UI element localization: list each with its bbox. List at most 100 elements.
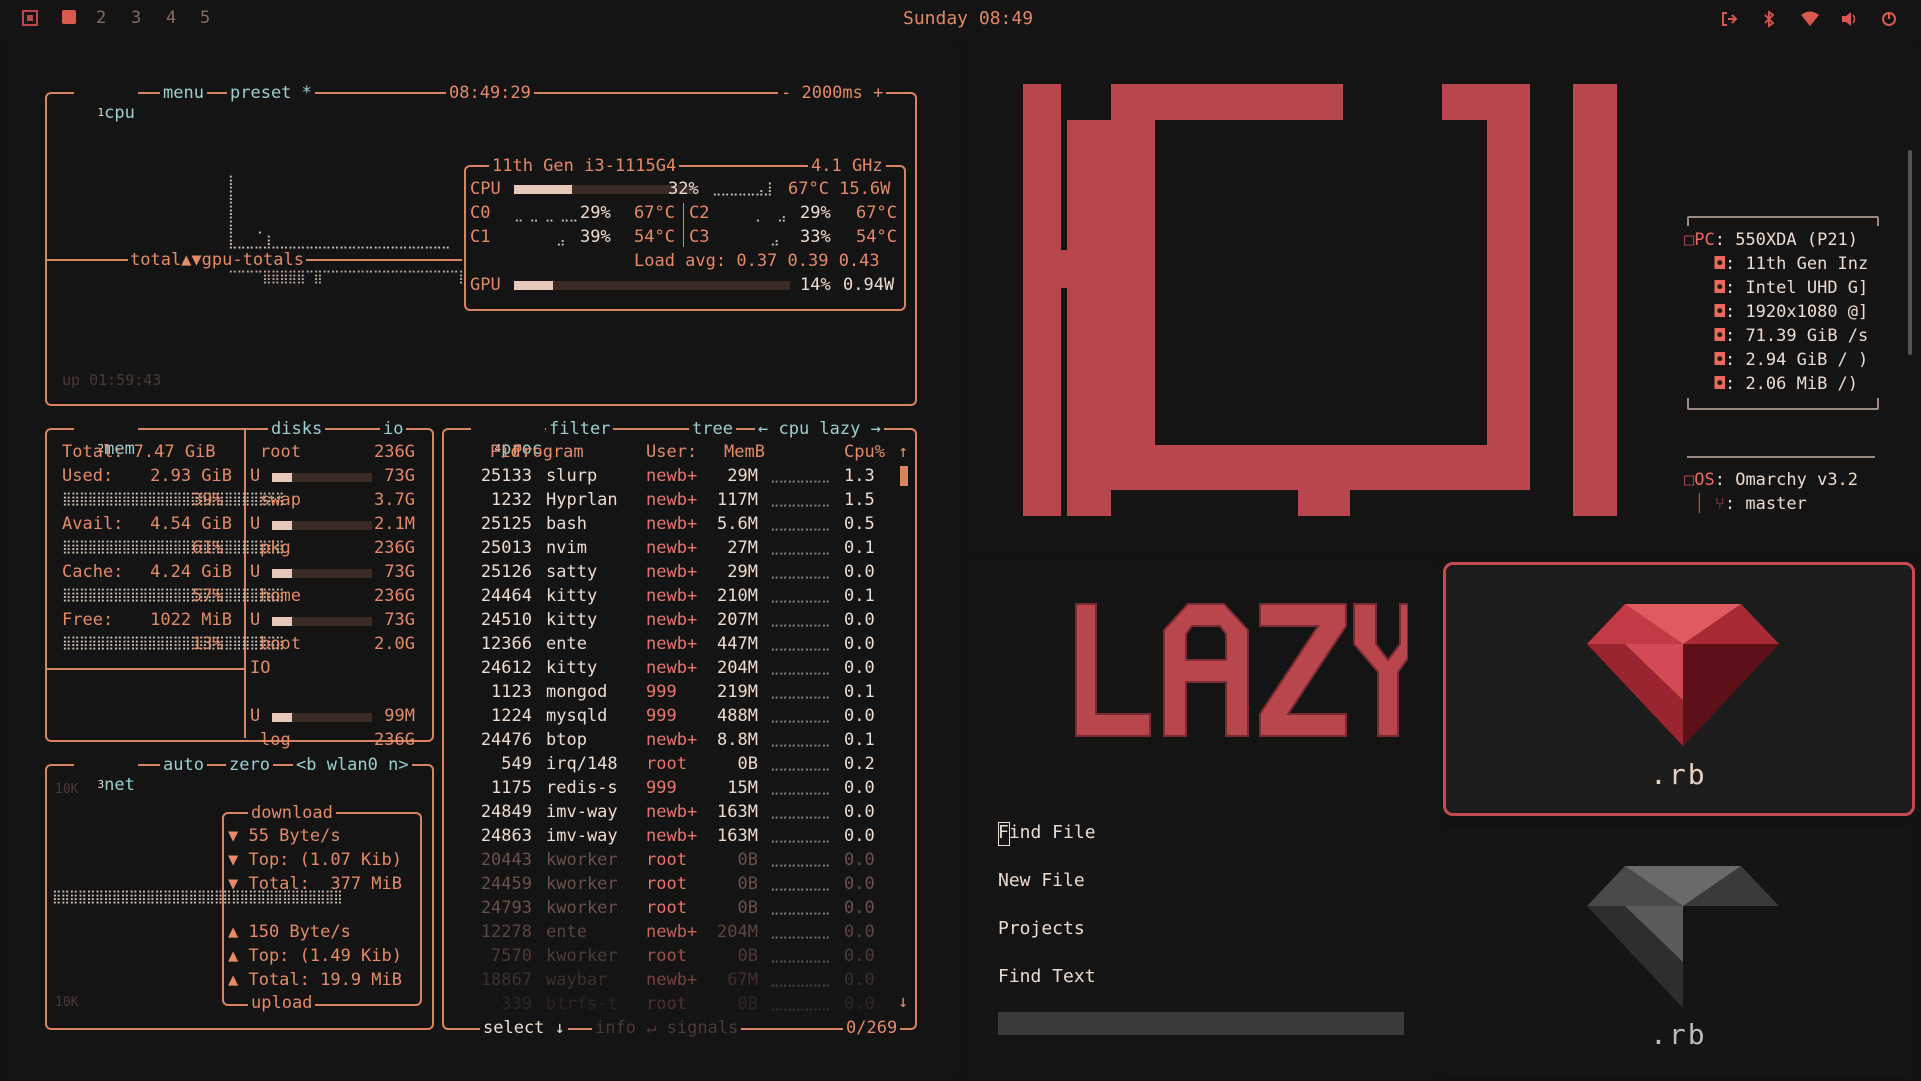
bluetooth-icon[interactable] bbox=[1762, 10, 1776, 28]
proc-5-program[interactable]: kitty bbox=[546, 584, 597, 608]
proc-12-program[interactable]: irq/148 bbox=[546, 752, 618, 776]
cpu-menu-button[interactable]: menu bbox=[160, 83, 207, 103]
disk-1-size: 3.7G bbox=[374, 490, 415, 510]
proc-15-program[interactable]: imv-way bbox=[546, 824, 618, 848]
proc-tree-button[interactable]: tree bbox=[689, 419, 736, 439]
proc-20-program[interactable]: kworker bbox=[546, 944, 618, 968]
disks-tab[interactable]: disks bbox=[268, 419, 326, 439]
disk-4-size: 2.0G bbox=[374, 634, 415, 654]
io-tab[interactable]: io bbox=[380, 419, 407, 439]
proc-13-program[interactable]: redis-s bbox=[546, 776, 618, 800]
proc-header-cpu[interactable]: Cpu% bbox=[844, 440, 885, 464]
proc-sort-selector[interactable]: ← cpu lazy → bbox=[755, 419, 884, 439]
app-launcher-icon[interactable] bbox=[21, 9, 39, 27]
proc-22-program[interactable]: btrfs-t bbox=[546, 992, 618, 1016]
proc-9-program[interactable]: mongod bbox=[546, 680, 607, 704]
gpu-power: 0.94W bbox=[843, 275, 895, 295]
ruby-gem-gray-icon bbox=[1587, 866, 1779, 1008]
memory-icon: ◘ bbox=[1714, 350, 1725, 370]
net-box-title[interactable]: 3net bbox=[74, 755, 138, 795]
cpu-model: 11th Gen i3-1115G4 bbox=[489, 156, 680, 176]
cpu-frequency: 4.1 GHz bbox=[808, 156, 886, 176]
proc-7-program[interactable]: ente bbox=[546, 632, 587, 656]
proc-14-program[interactable]: imv-way bbox=[546, 800, 618, 824]
proc-4-program[interactable]: satty bbox=[546, 560, 597, 584]
update-interval-control[interactable]: - 2000ms + bbox=[778, 83, 887, 103]
workspace-3[interactable]: 3 bbox=[131, 8, 141, 28]
proc-4-mem: 29M bbox=[727, 562, 758, 582]
core-2-temp: 67°C bbox=[856, 203, 897, 223]
proc-6-program[interactable]: kitty bbox=[546, 608, 597, 632]
proc-14-pid: 24849 bbox=[480, 802, 532, 822]
proc-4-cpu: 0.0 bbox=[844, 562, 875, 582]
proc-info-signals[interactable]: info ↵ signals bbox=[592, 1018, 742, 1038]
proc-10-pid: 1224 bbox=[491, 706, 532, 726]
dashboard-find-file[interactable]: Find File bbox=[998, 822, 1096, 843]
proc-16-program[interactable]: kworker bbox=[546, 848, 618, 872]
proc-5-cpu: 0.1 bbox=[844, 586, 875, 606]
proc-header-mem[interactable]: MemB bbox=[724, 440, 765, 464]
proc-select-button[interactable]: select ↓ bbox=[480, 1018, 568, 1038]
net-auto-button[interactable]: auto bbox=[160, 755, 207, 775]
proc-10-program[interactable]: mysqld bbox=[546, 704, 607, 728]
net-zero-button[interactable]: zero bbox=[226, 755, 273, 775]
proc-21-program[interactable]: waybar bbox=[546, 968, 607, 992]
dashboard-projects[interactable]: Projects bbox=[998, 918, 1085, 939]
workspace-5[interactable]: 5 bbox=[200, 8, 210, 28]
proc-2-graph: ⣀⣀⣀⣀⣀⣀⣀ bbox=[770, 517, 831, 532]
gpu-percent: 14% bbox=[800, 275, 831, 295]
disk-3-used-label: U bbox=[250, 610, 261, 630]
dashboard-find-text[interactable]: Find Text bbox=[998, 966, 1096, 987]
proc-count: 0/269 bbox=[843, 1018, 901, 1038]
git-branch-icon: │ ⑂ bbox=[1684, 494, 1725, 514]
proc-3-program[interactable]: nvim bbox=[546, 536, 587, 560]
proc-20-pid: 7570 bbox=[491, 946, 532, 966]
proc-17-graph: ⣀⣀⣀⣀⣀⣀⣀ bbox=[770, 877, 831, 892]
proc-1-program[interactable]: Hyprlan bbox=[546, 488, 618, 512]
proc-11-program[interactable]: btop bbox=[546, 728, 587, 752]
net-interface-selector[interactable]: <b wlan0 n> bbox=[293, 755, 412, 775]
core-2-label: C2 bbox=[689, 203, 710, 223]
proc-header-user[interactable]: User: bbox=[646, 440, 697, 464]
proc-19-program[interactable]: ente bbox=[546, 920, 587, 944]
proc-filter-button[interactable]: filter bbox=[546, 419, 614, 439]
proc-15-cpu: 0.0 bbox=[844, 826, 875, 846]
disk-1-name: swap bbox=[260, 490, 301, 510]
dashboard-new-file[interactable]: New File bbox=[998, 870, 1085, 891]
logout-icon[interactable] bbox=[1720, 10, 1738, 28]
fetch-scrollbar[interactable] bbox=[1908, 150, 1912, 355]
scroll-down-icon[interactable]: ↓ bbox=[898, 992, 908, 1012]
proc-2-program[interactable]: bash bbox=[546, 512, 587, 536]
gpu-graph: ⠉⠉⠉⠉⣿⣿⣿⣿⣿⠉⣿⠉⠉⠉⠉⠉⠉⠉⠉⠉⠉⠉⠉⠉⠉⠉⠉⡇ bbox=[228, 270, 468, 285]
proc-18-graph: ⣀⣀⣀⣀⣀⣀⣀ bbox=[770, 901, 831, 916]
workspace-2[interactable]: 2 bbox=[96, 8, 106, 28]
proc-header-program[interactable]: Program bbox=[512, 440, 584, 464]
workspace-1-active[interactable] bbox=[62, 10, 76, 24]
proc-20-graph: ⣀⣀⣀⣀⣀⣀⣀ bbox=[770, 949, 831, 964]
proc-0-graph: ⣀⣀⣀⣀⣀⣀⣀ bbox=[770, 469, 831, 484]
volume-icon[interactable] bbox=[1840, 10, 1858, 28]
hw-info-tree-5 bbox=[1684, 350, 1715, 370]
proc-8-user: newb+ bbox=[646, 658, 698, 678]
cpu-temp-power: 67°C 15.6W bbox=[788, 179, 891, 199]
proc-scrollbar-thumb[interactable] bbox=[900, 466, 908, 486]
proc-17-pid: 24459 bbox=[480, 874, 532, 894]
proc-9-user: 999 bbox=[646, 682, 677, 702]
power-icon[interactable] bbox=[1880, 10, 1898, 28]
proc-4-user: newb+ bbox=[646, 562, 698, 582]
proc-18-program[interactable]: kworker bbox=[546, 896, 618, 920]
proc-22-pid: 339 bbox=[501, 994, 532, 1014]
proc-17-program[interactable]: kworker bbox=[546, 872, 618, 896]
cpu-box-title[interactable]: 1cpu bbox=[74, 83, 138, 123]
command-line[interactable] bbox=[998, 1012, 1404, 1035]
proc-0-program[interactable]: slurp bbox=[546, 464, 597, 488]
cpu-preset-button[interactable]: preset * bbox=[227, 83, 315, 103]
disk-3-free: 73G bbox=[384, 610, 415, 630]
workspace-4[interactable]: 4 bbox=[166, 8, 176, 28]
wifi-icon[interactable] bbox=[1800, 11, 1820, 27]
proc-7-graph: ⣀⣀⣀⣀⣀⣀⣀ bbox=[770, 637, 831, 652]
proc-16-cpu: 0.0 bbox=[844, 850, 875, 870]
clock[interactable]: Sunday 08:49 bbox=[903, 8, 1033, 29]
scroll-up-icon[interactable]: ↑ bbox=[898, 442, 908, 462]
proc-8-program[interactable]: kitty bbox=[546, 656, 597, 680]
